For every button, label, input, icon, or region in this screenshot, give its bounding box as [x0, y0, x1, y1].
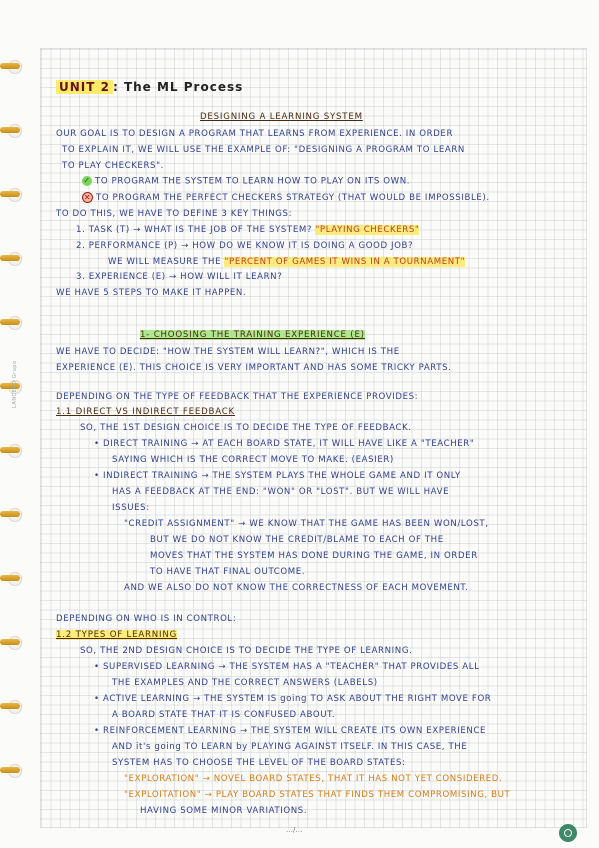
text-line: TO DO THIS, WE HAVE TO DEFINE 3 KEY THIN…: [56, 209, 293, 219]
binder-ring-icon: [0, 444, 26, 458]
section-title-choosing: 1- CHOOSING THE TRAINING EXPERIENCE (E): [140, 330, 365, 340]
experience-line: 3. EXPERIENCE (E) → HOW WILL IT LEARN?: [76, 272, 283, 282]
margin-brand-note: LANCERO Grupo: [12, 360, 18, 408]
text-line: A BOARD STATE THAT IT IS CONFUSED ABOUT.: [112, 710, 336, 720]
unit-title: : The ML Process: [112, 80, 244, 94]
exploitation-line: "EXPLOITATION" → PLAY BOARD STATES THAT …: [124, 790, 511, 800]
subsection-title-feedback: 1.1 DIRECT VS INDIRECT FEEDBACK: [56, 407, 235, 417]
binder-ring-icon: [0, 508, 26, 522]
bullet-indirect-training: • INDIRECT TRAINING → THE SYSTEM PLAYS T…: [94, 471, 461, 481]
check-icon: ✓: [82, 176, 92, 186]
page-title: UNIT 2: The ML Process: [56, 80, 243, 94]
goal-line-correct: ✓ TO PROGRAM THE SYSTEM TO LEARN HOW TO P…: [82, 176, 411, 187]
brand-logo-icon: [559, 824, 577, 842]
text-line: WE HAVE 5 STEPS TO MAKE IT HAPPEN.: [56, 288, 247, 298]
binder-ring-icon: [0, 764, 26, 778]
text-line: EXPERIENCE (E). THIS CHOICE IS VERY IMPO…: [56, 363, 452, 373]
binder-ring-icon: [0, 700, 26, 714]
text-line: THE EXAMPLES AND THE CORRECT ANSWERS (LA…: [112, 678, 378, 688]
goal-line-wrong: ✕ TO PROGRAM THE PERFECT CHECKERS STRATEG…: [82, 192, 490, 203]
binder-ring-icon: [0, 636, 26, 650]
text-line: SO, THE 1ST DESIGN CHOICE IS TO DECIDE T…: [80, 423, 412, 433]
unit-tag: UNIT 2: [56, 80, 113, 94]
text-line: AND it's going TO LEARN by PLAYING AGAIN…: [112, 742, 468, 752]
text-line: HAVING SOME MINOR VARIATIONS.: [140, 806, 308, 816]
bullet-direct-training: • DIRECT TRAINING → AT EACH BOARD STATE,…: [94, 439, 475, 449]
credit-assignment-line: "CREDIT ASSIGNMENT" → WE KNOW THAT THE G…: [124, 519, 489, 529]
text-line: MOVES THAT THE SYSTEM HAS DONE DURING TH…: [150, 551, 478, 561]
text-line: BUT WE DO NOT KNOW THE CREDIT/BLAME TO E…: [150, 535, 444, 545]
text-line: AND WE ALSO DO NOT KNOW THE CORRECTNESS …: [124, 583, 469, 593]
binder-ring-icon: [0, 60, 26, 74]
binder-ring-icon: [0, 316, 26, 330]
text-line: DEPENDING ON THE TYPE OF FEEDBACK THAT T…: [56, 392, 419, 402]
cross-icon: ✕: [82, 192, 93, 203]
text-line: SYSTEM HAS TO CHOOSE THE LEVEL OF THE BO…: [112, 758, 406, 768]
text-line: TO PLAY CHECKERS".: [62, 161, 164, 171]
bullet-active: • ACTIVE LEARNING → THE SYSTEM IS going …: [94, 694, 492, 704]
text-line: DEPENDING ON WHO IS IN CONTROL:: [56, 614, 237, 624]
notebook-page: LANCERO Grupo UNIT 2: The ML Process DES…: [0, 0, 599, 848]
performance-line: 2. PERFORMANCE (P) → HOW DO WE KNOW IT I…: [76, 241, 414, 251]
binder-ring-icon: [0, 124, 26, 138]
binder-ring-icon: [0, 572, 26, 586]
page-continuation: …/…: [286, 826, 303, 834]
text-line: WE HAVE TO DECIDE: "HOW THE SYSTEM WILL …: [56, 347, 400, 357]
text-line: OUR GOAL IS TO DESIGN A PROGRAM THAT LEA…: [56, 129, 454, 139]
task-line: 1. TASK (T) → WHAT IS THE JOB OF THE SYS…: [76, 225, 420, 235]
text-line: TO EXPLAIN IT, WE WILL USE THE EXAMPLE O…: [62, 145, 465, 155]
exploration-line: "EXPLORATION" → NOVEL BOARD STATES, THAT…: [124, 774, 503, 784]
text-line: ISSUES:: [112, 503, 150, 513]
subsection-title-learning: 1.2 TYPES OF LEARNING: [56, 630, 178, 640]
text-line: HAS A FEEDBACK AT THE END: "WON" OR "LOS…: [112, 487, 450, 497]
bullet-supervised: • SUPERVISED LEARNING → THE SYSTEM HAS A…: [94, 662, 480, 672]
performance-measure-line: WE WILL MEASURE THE "PERCENT OF GAMES IT…: [108, 257, 466, 267]
text-line: TO HAVE THAT FINAL OUTCOME.: [150, 567, 306, 577]
binder-ring-icon: [0, 252, 26, 266]
section-title-designing: DESIGNING A LEARNING SYSTEM: [200, 112, 363, 122]
text-line: SAYING WHICH IS THE CORRECT MOVE TO MAKE…: [112, 455, 394, 465]
bullet-reinforcement: • REINFORCEMENT LEARNING → THE SYSTEM WI…: [94, 726, 487, 736]
text-line: SO, THE 2ND DESIGN CHOICE IS TO DECIDE T…: [80, 646, 413, 656]
binder-ring-icon: [0, 188, 26, 202]
